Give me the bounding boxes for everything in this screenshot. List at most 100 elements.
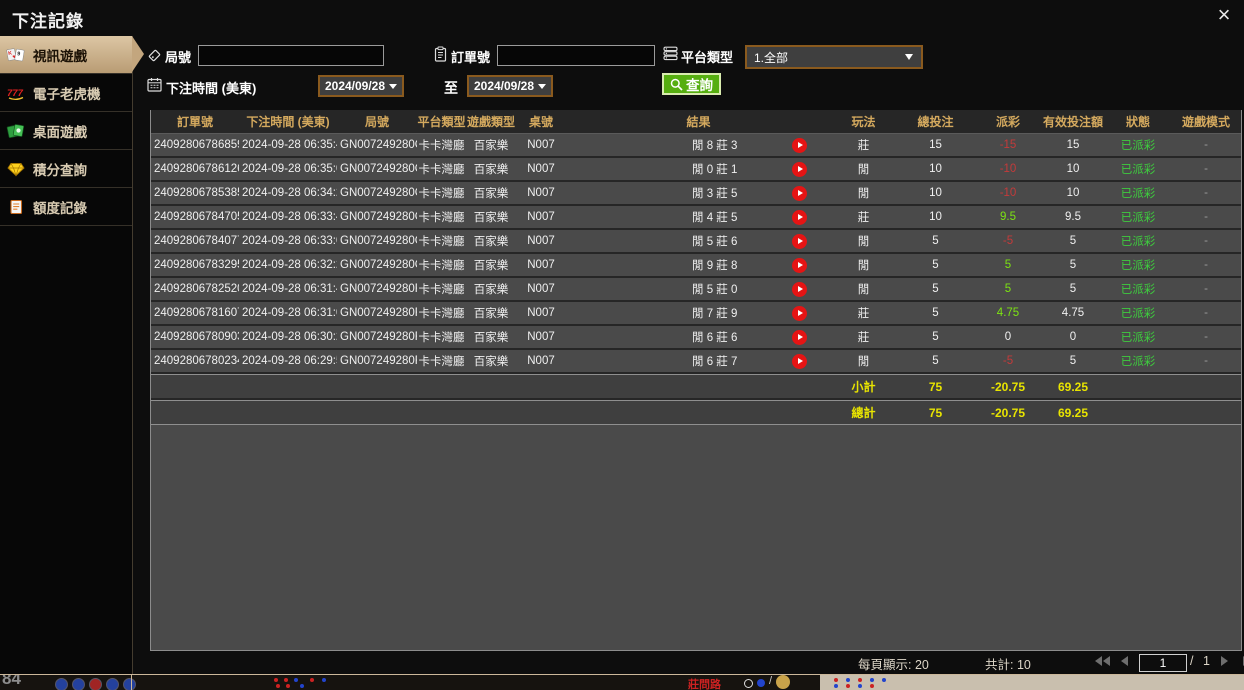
play-replay-button[interactable] — [792, 257, 807, 273]
query-button[interactable]: 查詢 — [662, 73, 721, 95]
cell-play: 閒 — [857, 284, 870, 296]
table-header-row: 訂單號 下注時間 (美東) 局號 平台類型 遊戲類型 桌號 結果 玩法 總投注 派彩 有效投注額 狀態… — [151, 110, 1241, 134]
cell-mode: - — [1204, 331, 1208, 343]
cell-valid-bet: 5 — [1069, 355, 1077, 367]
cell-mode: - — [1204, 139, 1208, 151]
sidebar-item-quota-record[interactable]: 額度記錄 — [0, 188, 132, 226]
play-replay-button[interactable] — [792, 209, 807, 225]
table-row: 2409280678612662024-09-28 06:35:00GN0072… — [151, 158, 1241, 182]
cell-game-type: 百家樂 — [473, 164, 509, 176]
cell-valid-bet: 15 — [1066, 139, 1080, 151]
cell-result: 閒 5 莊 6 — [566, 233, 831, 249]
cell-total-bet: 5 — [932, 355, 939, 367]
cell-game-type: 百家樂 — [473, 140, 509, 152]
prev-page-button[interactable] — [1121, 656, 1128, 666]
cell-play: 莊 — [857, 212, 870, 224]
cell-valid-bet: 9.5 — [1065, 211, 1081, 223]
betting-records-window: 下注記錄 × K 9 視訊遊戲 777 電子老虎機桌面遊戲積分查詢 額度記錄 局號 訂單號… — [0, 0, 1244, 675]
table-row: 2409280678160732024-09-28 06:31:04GN0072… — [151, 302, 1241, 326]
cell-game-type: 百家樂 — [473, 212, 509, 224]
cell-order-no: 240928067825205 — [154, 283, 239, 295]
play-replay-button[interactable] — [792, 305, 807, 321]
cell-payout: 9.5 — [1000, 211, 1016, 223]
sidebar-item-table-games[interactable]: 桌面遊戲 — [0, 112, 132, 150]
play-replay-button[interactable] — [792, 137, 807, 153]
cell-game-type: 百家樂 — [473, 188, 509, 200]
cell-game-type: 百家樂 — [473, 284, 509, 296]
page-number-input[interactable] — [1139, 654, 1187, 672]
cell-round-no: GN007249280FY — [340, 307, 417, 319]
play-icon — [797, 358, 803, 364]
column-header: 訂單號 — [176, 115, 213, 129]
cell-time: 2024-09-28 06:30:29 — [242, 331, 337, 343]
next-page-button[interactable] — [1221, 656, 1228, 666]
first-page-button[interactable] — [1095, 656, 1110, 666]
column-header: 桌號 — [528, 115, 553, 129]
total-pages-label: 1 — [1203, 654, 1210, 668]
sidebar-item-video-games[interactable]: K 9 視訊遊戲 — [0, 36, 144, 74]
cell-result: 閒 3 莊 5 — [566, 185, 831, 201]
order-no-input[interactable] — [497, 45, 655, 66]
close-icon[interactable]: × — [1212, 3, 1236, 27]
cell-status: 已派彩 — [1120, 236, 1156, 248]
date-to-picker[interactable]: 2024/09/28 — [467, 75, 553, 97]
cell-order-no: 240928067861266 — [154, 163, 239, 175]
summary-payout: -20.75 — [990, 405, 1026, 420]
play-replay-button[interactable] — [792, 161, 807, 177]
cell-result: 閒 6 莊 7 — [566, 353, 831, 369]
round-no-label: 局號 — [165, 50, 192, 65]
cell-time: 2024-09-28 06:31:46 — [242, 283, 337, 295]
cell-round-no: GN007249280G2 — [340, 211, 417, 223]
cell-time: 2024-09-28 06:34:22 — [242, 187, 337, 199]
result-text: 閒 7 莊 9 — [692, 308, 738, 320]
play-replay-button[interactable] — [792, 281, 807, 297]
sidebar-item-slot-machine[interactable]: 777 電子老虎機 — [0, 74, 132, 112]
cell-valid-bet: 5 — [1069, 259, 1077, 271]
window-title: 下注記錄 — [12, 12, 84, 31]
cell-time: 2024-09-28 06:33:45 — [242, 211, 337, 223]
date-to-label: 至 — [444, 80, 458, 96]
background-gold-coin-icon — [776, 675, 790, 689]
background-divider — [131, 675, 132, 690]
sidebar-item-label: 視訊遊戲 — [33, 48, 87, 64]
cell-total-bet: 10 — [929, 187, 942, 199]
cell-round-no: GN007249280FZ — [340, 283, 417, 295]
play-icon — [797, 214, 803, 220]
summary-total-bet: 75 — [928, 379, 943, 394]
cell-total-bet: 15 — [929, 139, 942, 151]
cell-table-no: N007 — [527, 139, 555, 151]
play-replay-button[interactable] — [792, 185, 807, 201]
column-header: 狀態 — [1125, 115, 1150, 129]
column-header: 遊戲類型 — [466, 115, 515, 129]
result-text: 閒 5 莊 0 — [692, 284, 738, 296]
play-replay-button[interactable] — [792, 329, 807, 345]
cell-play: 莊 — [857, 308, 870, 320]
table-row: 2409280678685922024-09-28 06:35:40GN0072… — [151, 134, 1241, 158]
summary-total-bet: 75 — [928, 405, 943, 420]
play-icon — [797, 262, 803, 268]
date-to-value: 2024/09/28 — [473, 79, 535, 93]
play-replay-button[interactable] — [792, 353, 807, 369]
cell-table-no: N007 — [527, 211, 555, 223]
date-from-picker[interactable]: 2024/09/28 — [318, 75, 404, 97]
cell-result: 閒 7 莊 9 — [566, 305, 831, 321]
result-text: 閒 3 莊 5 — [692, 188, 738, 200]
cell-payout: -15 — [999, 139, 1017, 151]
subtotal-row: 小計 75 -20.75 69.25 — [151, 374, 1241, 400]
cell-platform: 卡卡灣廳 — [418, 308, 465, 320]
table-row: 2409280678407792024-09-28 06:33:09GN0072… — [151, 230, 1241, 254]
cell-platform: 卡卡灣廳 — [418, 188, 465, 200]
cell-mode: - — [1204, 211, 1208, 223]
play-replay-button[interactable] — [792, 233, 807, 249]
cell-mode: - — [1204, 187, 1208, 199]
round-no-input[interactable] — [198, 45, 384, 66]
chevron-down-icon — [389, 83, 398, 89]
roadmap-dot — [286, 684, 290, 688]
sidebar-item-label: 桌面遊戲 — [33, 124, 87, 140]
platform-type-select[interactable]: 1.全部 — [745, 45, 923, 69]
sidebar-item-points-query[interactable]: 積分查詢 — [0, 150, 132, 188]
document-icon — [6, 199, 26, 215]
cell-table-no: N007 — [527, 259, 555, 271]
cell-time: 2024-09-28 06:31:04 — [242, 307, 337, 319]
calendar-icon — [147, 77, 162, 97]
